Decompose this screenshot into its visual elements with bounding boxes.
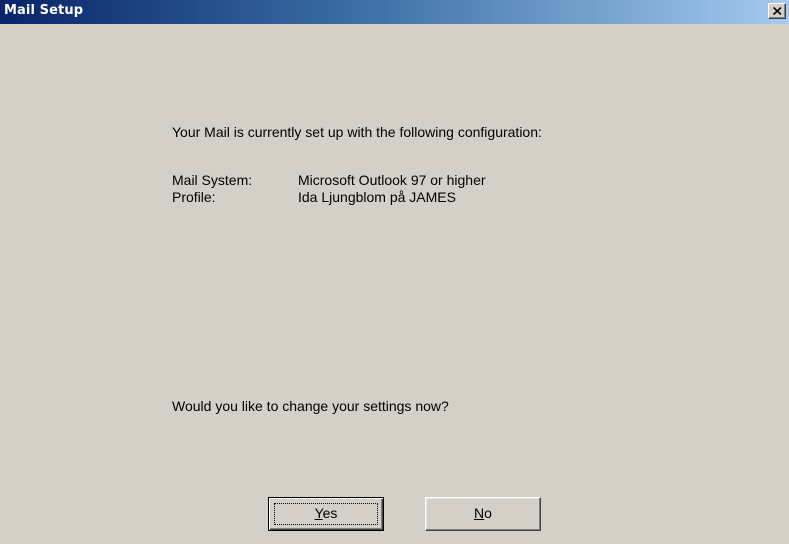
title-bar[interactable]: Mail Setup — [0, 0, 789, 24]
yes-button-label: Yes — [315, 505, 338, 521]
profile-label: Profile: — [172, 189, 216, 205]
mail-system-label: Mail System: — [172, 172, 253, 188]
yes-mnemonic: Y — [314, 505, 323, 521]
close-x-icon — [773, 7, 782, 15]
intro-text: Your Mail is currently set up with the f… — [172, 124, 542, 140]
no-mnemonic: N — [474, 505, 485, 521]
window-title: Mail Setup — [4, 3, 84, 18]
no-label-rest: o — [484, 505, 492, 521]
no-button-label: No — [474, 505, 492, 521]
no-button[interactable]: No — [425, 497, 541, 531]
mail-setup-dialog: Mail Setup Your Mail is currently set up… — [0, 0, 789, 544]
question-text: Would you like to change your settings n… — [172, 398, 449, 414]
yes-button[interactable]: Yes — [268, 497, 384, 531]
yes-label-rest: es — [322, 505, 338, 521]
close-button[interactable] — [768, 3, 786, 19]
profile-value: Ida Ljungblom på JAMES — [298, 189, 456, 205]
mail-system-value: Microsoft Outlook 97 or higher — [298, 172, 486, 188]
